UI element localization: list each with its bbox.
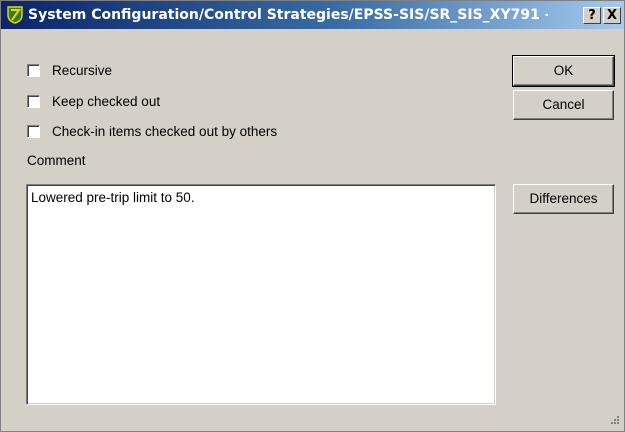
resize-grip-icon[interactable] (606, 413, 620, 427)
app-shield-icon (7, 6, 23, 24)
help-button[interactable]: ? (583, 7, 601, 24)
keep-checked-out-checkbox[interactable] (27, 95, 40, 108)
differences-button[interactable]: Differences (513, 184, 614, 214)
recursive-checkbox[interactable] (27, 64, 40, 77)
comment-textarea[interactable]: Lowered pre-trip limit to 50. (26, 184, 496, 405)
window-title: System Configuration/Control Strategies/… (28, 7, 548, 23)
comment-label: Comment (27, 153, 86, 168)
check-in-others-checkbox[interactable] (27, 125, 40, 138)
cancel-button[interactable]: Cancel (513, 90, 614, 120)
check-in-others-label[interactable]: Check-in items checked out by others (52, 123, 277, 141)
keep-checked-out-label[interactable]: Keep checked out (52, 93, 160, 111)
ok-button[interactable]: OK (512, 55, 615, 87)
title-bar[interactable]: System Configuration/Control Strategies/… (1, 1, 624, 29)
check-in-dialog: System Configuration/Control Strategies/… (0, 0, 625, 432)
close-button[interactable]: X (603, 7, 621, 24)
recursive-label[interactable]: Recursive (52, 62, 112, 80)
